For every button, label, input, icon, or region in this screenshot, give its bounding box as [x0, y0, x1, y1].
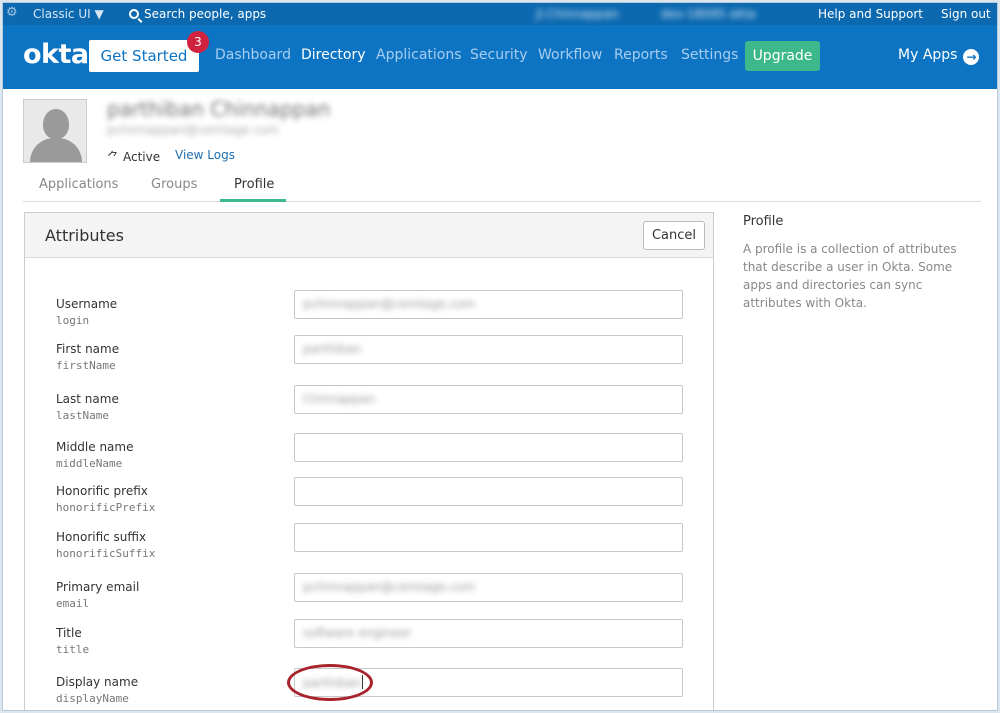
avatar: [23, 99, 87, 163]
nav-directory[interactable]: Directory: [301, 47, 366, 63]
top-bar: ⚙ Classic UI ▼ Search people, apps jl.Ch…: [3, 3, 997, 25]
field-key: middleName: [56, 457, 123, 470]
app-window: ⚙ Classic UI ▼ Search people, apps jl.Ch…: [2, 2, 998, 711]
last-name-input[interactable]: Chinnappan: [294, 385, 683, 414]
first-name-input[interactable]: parthiban: [294, 335, 683, 364]
upgrade-button[interactable]: Upgrade: [745, 41, 820, 71]
field-label: Middle name: [56, 440, 134, 454]
field-label: Primary email: [56, 580, 140, 594]
cancel-button[interactable]: Cancel: [643, 221, 705, 250]
field-label: Last name: [56, 392, 119, 406]
search-icon: [129, 9, 139, 19]
search-placeholder: Search people, apps: [144, 7, 267, 21]
my-apps-link[interactable]: My Apps →: [898, 47, 980, 65]
nav-workflow[interactable]: Workflow: [538, 47, 602, 63]
sidebar-description: A profile is a collection of attributes …: [743, 242, 957, 310]
status-label: Active: [123, 150, 161, 164]
org-name: dev-18095 okta: [661, 7, 756, 21]
activity-icon: ⺈: [107, 150, 120, 164]
field-value: parthiban: [303, 342, 362, 356]
arrow-right-icon: →: [963, 49, 980, 65]
sign-out-link[interactable]: Sign out: [941, 6, 991, 22]
my-apps-label: My Apps: [898, 47, 958, 63]
primary-email-input[interactable]: pchinnappan@cemtage.com: [294, 573, 683, 602]
avatar-head: [43, 109, 69, 139]
nav-dashboard[interactable]: Dashboard: [215, 47, 291, 63]
field-key: title: [56, 643, 90, 656]
honorific-prefix-input[interactable]: [294, 477, 683, 506]
avatar-body: [30, 138, 82, 162]
profile-tabs: Applications Groups Profile: [23, 169, 981, 202]
field-key: lastName: [56, 409, 109, 422]
nav-security[interactable]: Security: [470, 47, 528, 63]
nav-reports[interactable]: Reports: [614, 47, 668, 63]
nav-applications[interactable]: Applications: [376, 47, 462, 63]
field-label: Honorific suffix: [56, 530, 147, 544]
tab-groups[interactable]: Groups: [151, 177, 197, 192]
middle-name-input[interactable]: [294, 433, 683, 462]
user-email: pchinnappan@cemtage.com: [107, 123, 280, 137]
nav-settings[interactable]: Settings: [681, 47, 738, 63]
username-input[interactable]: pchinnappan@cemtage.com: [294, 290, 683, 319]
field-key: email: [56, 597, 90, 610]
title-input[interactable]: software engineer: [294, 619, 683, 648]
help-and-support-link[interactable]: Help and Support: [818, 6, 923, 22]
honorific-suffix-input[interactable]: [294, 523, 683, 552]
field-key: honorificPrefix: [56, 501, 156, 514]
field-value: Chinnappan: [303, 392, 376, 406]
get-started-button[interactable]: Get Started: [89, 40, 199, 72]
gear-icon[interactable]: ⚙: [6, 5, 18, 21]
panel-header: Attributes Cancel: [25, 213, 713, 258]
field-key: displayName: [56, 692, 129, 705]
field-label: Display name: [56, 675, 139, 689]
view-logs-link[interactable]: View Logs: [175, 148, 235, 162]
field-value: pchinnappan@cemtage.com: [303, 580, 476, 594]
field-label: Honorific prefix: [56, 484, 148, 498]
okta-logo[interactable]: okta: [23, 39, 89, 70]
classic-ui-dropdown[interactable]: Classic UI ▼: [33, 6, 104, 22]
field-key: firstName: [56, 359, 116, 372]
active-tab-indicator: [220, 199, 286, 202]
account-name[interactable]: jl.Chinnappan: [536, 6, 619, 22]
tab-profile[interactable]: Profile: [234, 177, 274, 192]
user-status: ⺈ Active: [107, 148, 160, 165]
field-value: software engineer: [303, 626, 412, 640]
main-nav: okta Get Started 3 Dashboard Directory A…: [3, 25, 997, 89]
notification-badge: 3: [187, 31, 209, 53]
sidebar-title: Profile: [743, 214, 784, 229]
search-bar[interactable]: Search people, apps: [129, 6, 266, 22]
tab-applications[interactable]: Applications: [39, 177, 118, 192]
attributes-panel: Attributes Cancel Username login pchinna…: [24, 212, 714, 710]
field-value: pchinnappan@cemtage.com: [303, 297, 476, 311]
field-label: Title: [56, 626, 82, 640]
user-name: parthiban Chinnappan: [107, 97, 331, 121]
annotation-circle: [287, 664, 373, 701]
field-label: First name: [56, 342, 120, 356]
panel-title: Attributes: [45, 226, 124, 245]
field-key: login: [56, 314, 90, 327]
field-label: Username: [56, 297, 118, 311]
field-key: honorificSuffix: [56, 547, 156, 560]
